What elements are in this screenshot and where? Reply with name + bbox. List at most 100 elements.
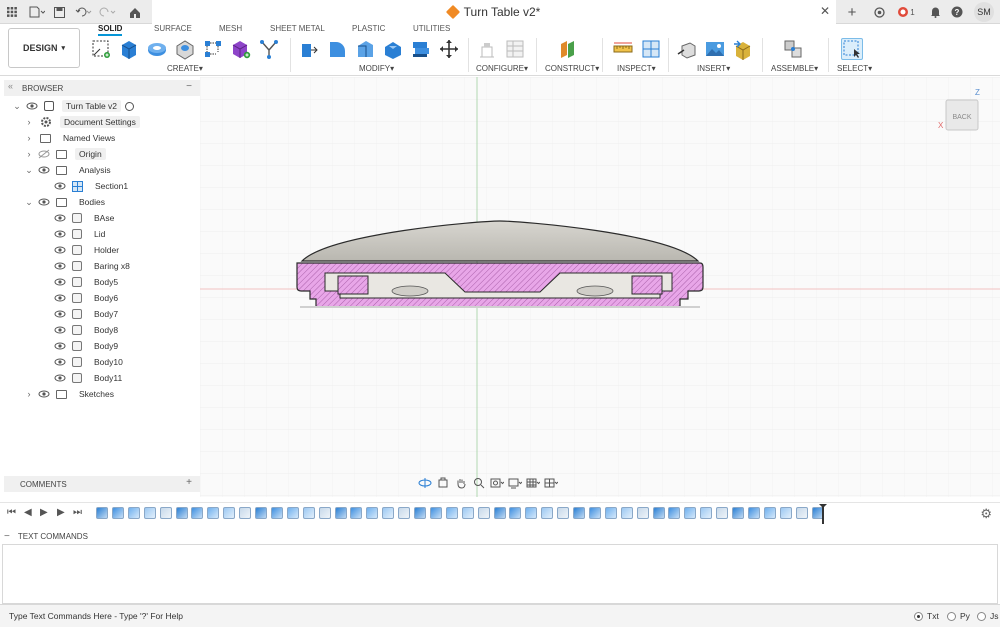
chevron-down-icon[interactable]: ⌄ xyxy=(24,197,34,208)
configure-icon[interactable] xyxy=(476,38,498,60)
timeline-feature-icon[interactable] xyxy=(747,507,760,519)
timeline-feature-icon[interactable] xyxy=(191,507,204,519)
timeline-feature-icon[interactable] xyxy=(96,507,108,519)
extensions-icon[interactable] xyxy=(872,4,886,20)
timeline-feature-icon[interactable] xyxy=(286,507,299,519)
chevron-down-icon[interactable]: ⌄ xyxy=(24,165,34,176)
timeline-feature-icon[interactable] xyxy=(350,507,363,519)
insert-canvas-icon[interactable] xyxy=(704,38,726,60)
visibility-eye-icon[interactable] xyxy=(54,228,66,240)
mode-txt-radio[interactable]: Txt xyxy=(914,611,939,621)
select-group-label[interactable]: SELECT▾ xyxy=(837,64,872,73)
visibility-eye-icon[interactable] xyxy=(38,388,50,400)
configuration-table-icon[interactable] xyxy=(504,38,526,60)
timeline-settings-gear-icon[interactable]: ⚙ xyxy=(980,506,992,522)
job-status-icon[interactable]: 1 xyxy=(896,4,916,20)
file-menu-icon[interactable] xyxy=(28,4,46,20)
tree-item-body[interactable]: Body6 xyxy=(40,290,122,306)
timeline-feature-icon[interactable] xyxy=(414,507,426,519)
app-grid-icon[interactable] xyxy=(6,4,18,20)
tree-item-body[interactable]: Holder xyxy=(40,242,123,258)
tree-root[interactable]: ⌄ Turn Table v2 xyxy=(12,98,135,114)
joint-icon[interactable] xyxy=(782,38,804,60)
insert-mcmaster-icon[interactable] xyxy=(732,38,754,60)
timeline-feature-icon[interactable] xyxy=(557,507,570,519)
timeline-feature-icon[interactable] xyxy=(716,507,729,519)
timeline-feature-icon[interactable] xyxy=(461,507,474,519)
form-icon[interactable] xyxy=(258,38,280,60)
grid-settings-icon[interactable] xyxy=(526,477,540,489)
notifications-bell-icon[interactable] xyxy=(928,4,942,20)
visibility-eye-icon[interactable] xyxy=(54,308,66,320)
tree-item-body[interactable]: Body7 xyxy=(40,306,122,322)
step-forward-icon[interactable]: ▶ xyxy=(57,507,65,518)
save-icon[interactable] xyxy=(52,4,66,20)
collapse-browser-icon[interactable]: − xyxy=(186,81,192,92)
extrude-icon[interactable] xyxy=(118,38,140,60)
visibility-eye-icon[interactable] xyxy=(54,340,66,352)
chevron-right-icon[interactable]: › xyxy=(24,133,34,143)
activate-radio-icon[interactable] xyxy=(125,101,135,111)
chevron-down-icon[interactable]: ⌄ xyxy=(12,101,22,112)
step-back-icon[interactable]: ◀ xyxy=(24,507,32,518)
construct-group-label[interactable]: CONSTRUCT▾ xyxy=(545,64,599,73)
modify-group-label[interactable]: MODIFY▾ xyxy=(359,64,394,73)
new-tab-icon[interactable]: + xyxy=(846,4,858,21)
visibility-eye-icon[interactable] xyxy=(54,292,66,304)
3d-viewport[interactable]: BACK Z X xyxy=(200,77,1000,497)
timeline-marker-icon[interactable] xyxy=(818,503,828,525)
go-to-end-icon[interactable]: ⏭ xyxy=(73,507,82,518)
look-at-icon[interactable] xyxy=(436,477,450,489)
timeline-feature-icon[interactable] xyxy=(111,507,124,519)
tree-item-body[interactable]: Body8 xyxy=(40,322,122,338)
timeline-feature-icon[interactable] xyxy=(525,507,538,519)
timeline-feature-icon[interactable] xyxy=(366,507,379,519)
tree-item-body[interactable]: Body10 xyxy=(40,354,127,370)
undo-icon[interactable] xyxy=(74,4,94,20)
tree-item-body[interactable]: BAse xyxy=(40,210,118,226)
timeline-feature-icon[interactable] xyxy=(684,507,697,519)
visibility-eye-icon[interactable] xyxy=(54,260,66,272)
tree-item-section1[interactable]: Section1 xyxy=(40,178,132,194)
offset-plane-icon[interactable] xyxy=(558,38,580,60)
timeline-feature-icon[interactable] xyxy=(159,507,172,519)
create-sketch-icon[interactable] xyxy=(90,38,112,60)
tab-solid[interactable]: SOLID xyxy=(98,24,123,36)
collapse-text-commands-icon[interactable]: − xyxy=(4,531,10,542)
timeline-feature-icon[interactable] xyxy=(143,507,156,519)
insert-group-label[interactable]: INSERT▾ xyxy=(697,64,730,73)
revolve-icon[interactable] xyxy=(146,38,168,60)
timeline-feature-icon[interactable] xyxy=(175,507,188,519)
help-icon[interactable]: ? xyxy=(950,4,964,20)
tree-item-sketches[interactable]: › Sketches xyxy=(24,386,118,402)
timeline-feature-icon[interactable] xyxy=(636,507,649,519)
timeline-feature-icon[interactable] xyxy=(318,507,331,519)
timeline-feature-icon[interactable] xyxy=(127,507,140,519)
tree-item-body[interactable]: Body11 xyxy=(40,370,126,386)
tree-item-analysis[interactable]: ⌄ Analysis xyxy=(24,162,115,178)
document-tab[interactable]: Turn Table v2* ✕ xyxy=(152,0,836,24)
timeline-feature-icon[interactable] xyxy=(700,507,713,519)
visibility-eye-icon[interactable] xyxy=(38,196,50,208)
tab-plastic[interactable]: PLASTIC xyxy=(352,24,385,33)
configure-group-label[interactable]: CONFIGURE▾ xyxy=(476,64,528,73)
user-avatar[interactable]: SM xyxy=(974,2,994,22)
visibility-eye-icon[interactable] xyxy=(54,180,66,192)
insert-derive-icon[interactable] xyxy=(676,38,698,60)
timeline-feature-icon[interactable] xyxy=(779,507,792,519)
timeline-feature-icon[interactable] xyxy=(223,507,236,519)
timeline-feature-icon[interactable] xyxy=(270,507,283,519)
inspect-group-label[interactable]: INSPECT▾ xyxy=(617,64,656,73)
viewports-icon[interactable] xyxy=(544,477,558,489)
assemble-group-label[interactable]: ASSEMBLE▾ xyxy=(771,64,818,73)
timeline-feature-icon[interactable] xyxy=(588,507,601,519)
measure-icon[interactable] xyxy=(612,38,634,60)
timeline-feature-icon[interactable] xyxy=(239,507,252,519)
timeline-feature-icon[interactable] xyxy=(382,507,395,519)
chevron-right-icon[interactable]: › xyxy=(24,117,34,127)
timeline-feature-icon[interactable] xyxy=(732,507,744,519)
visibility-eye-icon[interactable] xyxy=(54,372,66,384)
timeline-feature-icon[interactable] xyxy=(795,507,808,519)
timeline-feature-icon[interactable] xyxy=(509,507,522,519)
timeline-feature-icon[interactable] xyxy=(620,507,633,519)
